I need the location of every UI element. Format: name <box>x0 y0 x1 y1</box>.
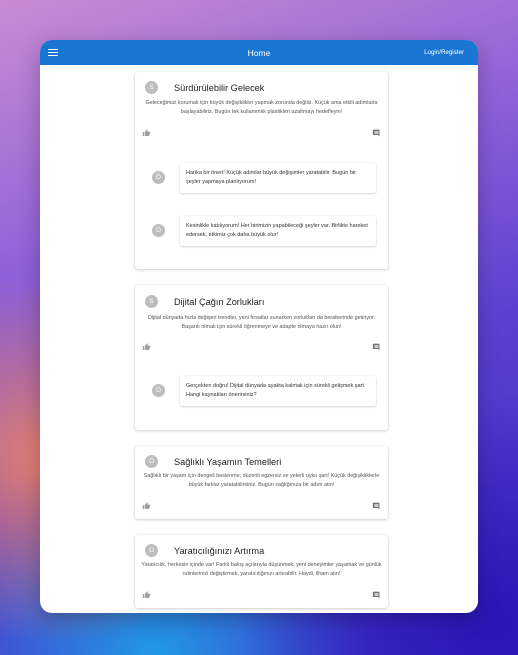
comment-text: Gerçekten doğru! Dijital dünyada ayakta … <box>180 376 376 406</box>
post-title: Sağlıklı Yaşamın Temelleri <box>174 456 282 467</box>
post-body: Sağlıklı bir yaşam için dengeli beslenme… <box>143 473 380 488</box>
post-body: Dijital dünyada hızla değişen trendler, … <box>147 315 376 330</box>
thumb-up-icon[interactable] <box>142 129 151 137</box>
post-header: O Yaratıcılığınızı Artırma <box>145 544 264 557</box>
post-card: S Sürdürülebilir Gelecek Geleceğimizi ko… <box>135 72 388 269</box>
post-header: Ö Sağlıklı Yaşamın Temelleri <box>145 455 281 468</box>
comment-text: Harika bir öneri! Küçük adımlar büyük de… <box>180 163 376 193</box>
thumb-up-icon[interactable] <box>142 502 151 510</box>
post-card: S Dijital Çağın Zorlukları Dijital dünya… <box>135 285 388 430</box>
avatar: O <box>145 544 158 557</box>
menu-icon[interactable] <box>48 48 58 57</box>
login-register-button[interactable]: Login/Register <box>424 49 470 56</box>
app-bar: Home Login/Register <box>40 40 478 65</box>
comment: Ö Harika bir öneri! Küçük adımlar büyük … <box>152 163 376 193</box>
avatar: Ö <box>152 171 165 184</box>
page-title: Home <box>247 47 271 58</box>
comment-text: Kesinlikle katılıyorum! Her birimizin ya… <box>180 216 376 246</box>
post-body: Yaratıcılık, herkesin içinde var! Farklı… <box>141 562 382 577</box>
comment-icon[interactable] <box>372 129 381 137</box>
avatar: S <box>145 81 158 94</box>
post-body: Geleceğimizi korumak için büyük değişikl… <box>145 100 378 115</box>
avatar: Ö <box>152 384 165 397</box>
comment-icon[interactable] <box>372 591 381 599</box>
post-header: S Dijital Çağın Zorlukları <box>145 295 264 308</box>
post-header: S Sürdürülebilir Gelecek <box>145 81 264 94</box>
post-card: O Yaratıcılığınızı Artırma Yaratıcılık, … <box>135 535 388 608</box>
feed[interactable]: S Sürdürülebilir Gelecek Geleceğimizi ko… <box>40 65 478 613</box>
avatar: S <box>145 295 158 308</box>
comment: Ö Kesinlikle katılıyorum! Her birimizin … <box>152 216 376 246</box>
comment-icon[interactable] <box>372 343 381 351</box>
app-window: Home Login/Register S Sürdürülebilir Gel… <box>40 40 478 613</box>
avatar: Ö <box>152 224 165 237</box>
thumb-up-icon[interactable] <box>142 343 151 351</box>
post-title: Dijital Çağın Zorlukları <box>174 296 265 307</box>
comment: Ö Gerçekten doğru! Dijital dünyada ayakt… <box>152 376 376 406</box>
post-title: Sürdürülebilir Gelecek <box>174 82 265 93</box>
thumb-up-icon[interactable] <box>142 591 151 599</box>
post-card: Ö Sağlıklı Yaşamın Temelleri Sağlıklı bi… <box>135 446 388 519</box>
avatar: Ö <box>145 455 158 468</box>
comment-icon[interactable] <box>372 502 381 510</box>
post-title: Yaratıcılığınızı Artırma <box>174 545 265 556</box>
